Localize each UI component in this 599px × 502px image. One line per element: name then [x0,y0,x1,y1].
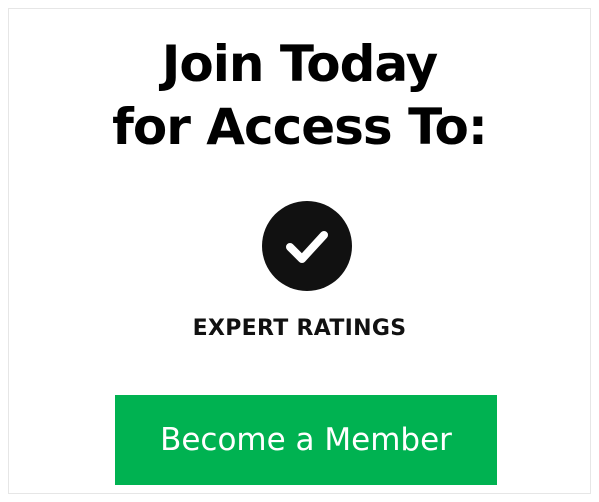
headline-line-2: for Access To: [112,98,488,156]
checkmark-icon [286,231,328,263]
membership-card: Join Today for Access To: EXPERT RATINGS… [8,8,591,494]
become-member-button[interactable]: Become a Member [115,395,497,485]
headline-line-1: Join Today [161,35,439,93]
checkmark-circle-icon [262,201,352,291]
feature-label: EXPERT RATINGS [192,316,407,341]
page-title: Join Today for Access To: [9,33,590,159]
